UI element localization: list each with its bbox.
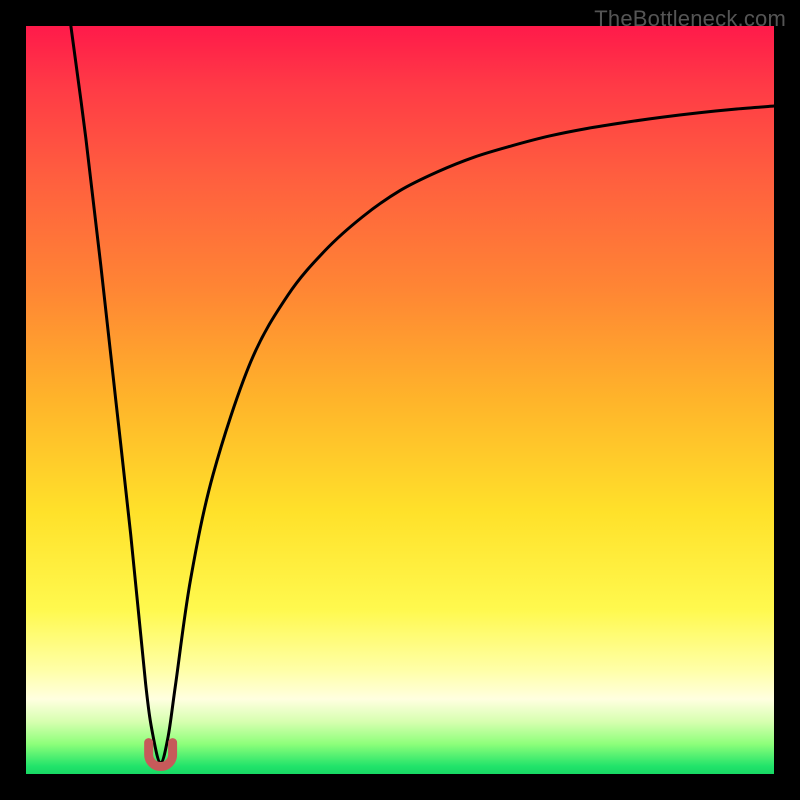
chart-frame: TheBottleneck.com <box>0 0 800 800</box>
plot-area <box>26 26 774 774</box>
watermark-text: TheBottleneck.com <box>594 6 786 32</box>
minimum-marker <box>149 743 173 767</box>
curve-layer <box>26 26 774 774</box>
bottleneck-curve <box>71 26 774 763</box>
